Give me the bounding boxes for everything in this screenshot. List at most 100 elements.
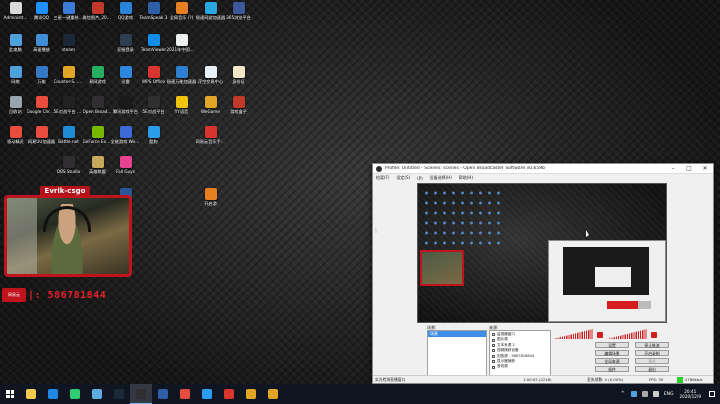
desktop-icon[interactable]: 回收站 [2,96,29,114]
desktop-icon[interactable]: steam [55,34,82,52]
desktop-icon[interactable]: 此电脑 [2,34,29,52]
desktop-icon[interactable]: 全网音乐 (?) [168,2,195,20]
start-button[interactable] [0,384,20,404]
desktop-icon[interactable]: 高速播放 [28,34,55,52]
maximize-icon[interactable]: □ [681,164,697,174]
notification-center-icon[interactable] [709,391,715,397]
source-checkbox[interactable] [492,344,495,348]
taskbar-obs-button[interactable] [130,384,152,404]
desktop-icon[interactable]: 亚服登录 [112,34,139,52]
obs-window[interactable]: Profile: Untitled - Scenes: scenes - Ope… [372,163,714,384]
input-language[interactable]: ENG [664,392,674,397]
taskbar-netease-button[interactable] [218,384,240,404]
network-icon[interactable] [630,391,637,397]
taskbar-qq-music-button[interactable] [64,384,86,404]
desktop-icon[interactable]: 酷狗 [140,126,167,144]
desktop-icon[interactable]: 5E对战平台 2.0 [54,96,84,114]
close-icon[interactable]: ✕ [697,164,713,174]
desktop-icon[interactable]: TeamViewer [140,34,167,52]
battery-icon[interactable] [652,391,659,397]
taskbar-teamspeak-button[interactable] [152,384,174,404]
stop-stream-button[interactable]: 停止推流 [635,342,669,348]
desktop-icon[interactable]: 身份证 [225,66,252,84]
desktop-icon[interactable]: Battle.net [55,126,82,144]
menu-item-settings[interactable]: 设定(S) [396,175,410,181]
source-item[interactable]: 音效源 [490,364,550,369]
desktop-icon[interactable]: 易网游戏 [84,66,111,84]
desktop-icon[interactable]: 万能 [28,66,55,84]
desktop-icon-label: 开启游 [204,201,217,206]
desktop-icon[interactable]: 极速万能加速器 [167,66,196,84]
exit-button[interactable]: 退出 [635,366,669,372]
desktop-icon[interactable]: 网易UU加速器 [28,126,55,144]
taskbar-csgo-button[interactable] [262,384,284,404]
plugins-button[interactable]: 插件 [595,366,629,372]
menu-item-file[interactable]: 档案(F) [376,175,389,181]
desktop-icon[interactable]: Administr... [2,2,29,20]
mic-icon[interactable] [597,332,603,338]
minimize-icon[interactable]: – [665,164,681,174]
desktop-icon[interactable]: 网络 [2,66,29,84]
desktop-icon[interactable]: 英雄联盟 [84,156,111,174]
desktop-icon[interactable]: Google Chrome [27,96,57,114]
desktop-icon[interactable]: YY语音 [168,96,195,114]
desktop-icon[interactable]: Open Broadcast... [83,96,113,114]
desktop-icon[interactable]: 極速网游加速器 [196,2,225,20]
preview-button[interactable]: 预览 [635,358,669,364]
obs-preview[interactable] [417,183,667,323]
desktop-icon[interactable]: 腾讯QQ [28,2,55,20]
desktop-icon[interactable]: 微信图片_2020092... [83,2,113,20]
source-checkbox[interactable] [492,360,495,364]
desktop-icon[interactable]: WeGame [197,96,224,114]
sources-list[interactable]: 监视器窗口 图片源 文本来源 2 视频捕获设备 回放源 - 5867818844… [489,330,551,376]
desktop-icon[interactable]: 5E对战平台 [140,96,167,114]
desktop-icon[interactable]: 三星一键重装系统 [54,2,84,20]
start-recording-button[interactable]: 开启录制 [635,350,669,356]
menu-item-help[interactable]: 帮助(H) [459,175,473,181]
source-checkbox[interactable] [492,354,495,358]
mic-volume-meter[interactable] [553,329,593,339]
taskbar-wegame-button[interactable] [240,384,262,404]
taskbar-qq-button[interactable] [196,384,218,404]
desktop-icon[interactable]: 全能游戏 WeGame版 [111,126,141,144]
desktop-icon[interactable]: 365浏览平台 [225,2,252,20]
taskbar-steam-button[interactable] [108,384,130,404]
taskbar-ie-browser-button[interactable] [42,384,64,404]
desktop-icon[interactable]: 游戏盒子 [225,96,252,114]
desktop-icon[interactable]: TeamSpeak 3 [140,2,167,20]
speaker-icon[interactable] [651,332,657,338]
desktop-icon[interactable]: OBS Studio [55,156,82,174]
desktop-icon[interactable]: 浮空交易中心 [197,66,224,84]
source-checkbox[interactable] [492,365,495,369]
taskbar-file-explorer-button[interactable] [20,384,42,404]
scene-item[interactable]: 场景 [428,331,486,337]
clock[interactable]: 20:41 2020/12/9 [680,389,701,399]
desktop-volume-meter[interactable] [607,329,647,339]
global-sources-button[interactable]: 全局来源 [595,358,629,364]
desktop-icon[interactable]: WPS Office [140,66,167,84]
desktop-icon[interactable]: GeForce Experience [83,126,113,144]
scenes-list[interactable]: 场景 [427,330,487,376]
obs-titlebar[interactable]: Profile: Untitled - Scenes: scenes - Ope… [373,164,713,174]
source-checkbox[interactable] [492,349,495,353]
desktop-icon[interactable]: 驱动精灵 [2,126,29,144]
tray-overflow-icon[interactable]: ^ [621,391,625,397]
desktop-icon[interactable]: Fall Guys [112,156,139,174]
taskbar-network-button[interactable] [86,384,108,404]
desktop-icon[interactable]: 迅雷 [112,66,139,84]
volume-icon[interactable] [641,391,648,397]
taskbar-chrome-button[interactable] [174,384,196,404]
source-checkbox[interactable] [492,333,495,337]
desktop-icon[interactable]: QQ游戏 [112,2,139,20]
source-checkbox[interactable] [492,338,495,342]
desktop-icon[interactable]: Counter-S... Global Off... [54,66,84,84]
settings-button[interactable]: 设置 [595,342,629,348]
desktop-icon[interactable]: 网易云音乐手机平台 [196,126,226,144]
menu-item-devices[interactable]: 设备选择(H) [430,175,452,181]
desktop-icon[interactable]: 开启游 [197,188,224,206]
desktop-icon[interactable]: 腾讯游戏平台 [112,96,139,114]
app-icon [62,2,75,14]
desktop-icon[interactable]: 2021年中国网络安全... [167,34,197,52]
menu-item-p[interactable]: (P) [417,176,423,181]
edit-scene-button[interactable]: 编辑场景 [595,350,629,356]
